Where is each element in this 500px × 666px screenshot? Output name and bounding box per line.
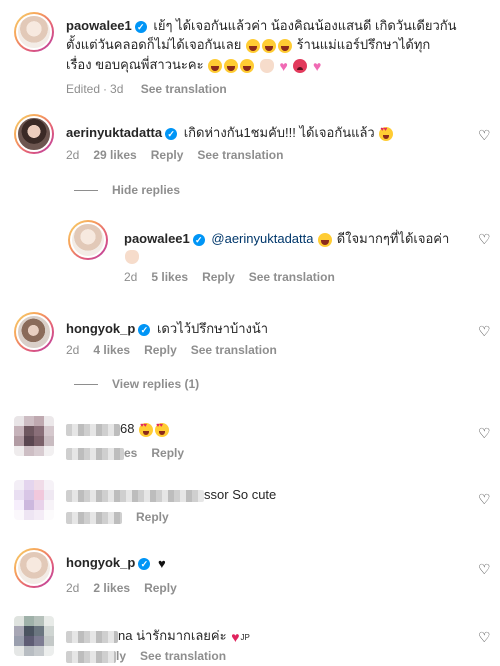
reply-button[interactable]: Reply (136, 510, 169, 524)
commenter-avatar[interactable] (14, 312, 54, 352)
blurred-meta (66, 650, 116, 663)
heart-outline-icon[interactable]: ♡ (478, 128, 492, 142)
verified-badge-icon: ✓ (134, 20, 147, 33)
reply-button[interactable]: Reply (144, 343, 177, 357)
comment-age: 2d (66, 148, 80, 162)
comment: ssor So cute Reply ♡ (0, 476, 500, 526)
commenter-avatar[interactable] (14, 114, 54, 154)
mention-link[interactable]: @aerinyuktadatta (211, 231, 313, 246)
grin-emoji-icon (240, 58, 255, 73)
heart-outline-icon[interactable]: ♡ (478, 232, 492, 246)
heart-hands-emoji-icon (259, 58, 274, 73)
comment-text: ดีใจมากๆที่ได้เจอค่า (336, 231, 450, 246)
comment: hongyok_p ✓ เดวไว้ปรึกษาบ้างน้า 2d 4 likes… (0, 312, 500, 362)
black-heart-emoji-icon: ♥ (157, 556, 166, 572)
heart-eyes-emoji-icon (379, 126, 394, 141)
pink-heart-emoji-icon: ♥ (279, 57, 288, 74)
comment: hongyok_p ✓ ♥ 2d 2 likes Reply ♡ (0, 548, 500, 598)
comment-likes-tail[interactable]: es (124, 446, 137, 460)
verified-badge-icon: ✓ (192, 233, 205, 246)
commenter-username-tail[interactable]: 68 (120, 421, 134, 436)
reply-button[interactable]: Reply (144, 581, 177, 595)
comment-text: So cute (232, 487, 277, 502)
blurred-avatar[interactable] (14, 416, 54, 456)
replies-divider (74, 190, 98, 192)
reply-button[interactable]: Reply (202, 270, 235, 284)
heart-outline-icon[interactable]: ♡ (478, 324, 492, 338)
commenter-username[interactable]: hongyok_p (66, 321, 135, 336)
grin-emoji-icon (245, 38, 260, 53)
commenter-avatar[interactable] (68, 220, 108, 260)
post-author-username[interactable]: paowalee1 (66, 18, 132, 33)
blurred-username (66, 489, 204, 502)
blurred-username (66, 630, 118, 643)
see-translation-link[interactable]: See translation (141, 82, 227, 96)
commenter-username[interactable]: hongyok_p (66, 555, 135, 570)
blurred-username (66, 423, 120, 436)
japan-flag-emoji: JP (240, 633, 250, 642)
caption-line-2: ตั้งแต่วันคลอดก็ไม่ได้เจอกันเลย (66, 37, 242, 52)
blurred-meta (66, 511, 122, 524)
heart-eyes-emoji-icon (155, 422, 170, 437)
see-translation-link[interactable]: See translation (249, 270, 335, 284)
comment-age: 2d (66, 581, 80, 595)
verified-badge-icon: ✓ (138, 557, 151, 570)
post-age: 3d (110, 82, 124, 96)
comment: aerinyuktadatta ✓ เกิดห่างกัน1ชมคับ!!! ได… (0, 114, 500, 164)
comment-likes[interactable]: 5 likes (151, 270, 188, 284)
heart-hands-emoji-icon (125, 249, 139, 264)
see-translation-link[interactable]: See translation (191, 343, 277, 357)
view-replies-button[interactable]: View replies (1) (74, 377, 213, 391)
caption-line-3: เรื่อง ขอบคุณพี่สาวนะคะ (66, 57, 204, 72)
heart-outline-icon[interactable]: ♡ (478, 630, 492, 644)
commenter-username-tail[interactable]: na (118, 628, 132, 643)
verified-badge-icon: ✓ (165, 127, 178, 140)
pink-heart-emoji-icon: ♥ (313, 57, 322, 74)
grin-emoji-icon (277, 38, 292, 53)
see-translation-link[interactable]: See translation (197, 148, 283, 162)
grin-emoji-icon (261, 38, 276, 53)
commenter-username[interactable]: paowalee1 (124, 231, 190, 246)
comment-text: เกิดห่างกัน1ชมคับ!!! ได้เจอกันแล้ว (183, 125, 375, 140)
comment-likes[interactable]: 2 likes (93, 581, 130, 595)
replies-divider (74, 384, 98, 386)
reply-button-tail[interactable]: ly (116, 649, 126, 663)
edited-label: Edited (66, 82, 101, 96)
comment-likes[interactable]: 29 likes (93, 148, 136, 162)
comment: na น่ารักมากเลยค่ะ ♥JP ly See translation… (0, 614, 500, 666)
caption-line-2b: ร้านแม่แอร์ปรึกษาได้ทุก (296, 37, 431, 52)
commenter-username-tail[interactable]: ssor (204, 487, 229, 502)
heart-eyes-emoji-icon (139, 422, 154, 437)
commenter-username[interactable]: aerinyuktadatta (66, 125, 162, 140)
comment-age: 2d (124, 270, 138, 284)
reply-button[interactable]: Reply (151, 446, 184, 460)
grin-emoji-icon (318, 232, 333, 247)
hide-replies-button[interactable]: Hide replies (74, 183, 194, 197)
see-translation-link[interactable]: See translation (140, 649, 226, 663)
grin-emoji-icon (224, 58, 239, 73)
reply-comment: paowalee1 ✓ @aerinyuktadatta ดีใจมากๆที่ไ… (0, 220, 500, 288)
commenter-avatar[interactable] (14, 548, 54, 588)
grin-emoji-icon (208, 58, 223, 73)
comment-age: 2d (66, 343, 80, 357)
post-caption: paowalee1 ✓ เย้ๆ ได้เจอกันแล้วค่า น้องคิณ… (0, 12, 500, 102)
red-heart-emoji-icon: ♥ (231, 628, 240, 645)
blurred-avatar[interactable] (14, 616, 54, 656)
comment-text: น่ารักมากเลยค่ะ (136, 628, 227, 643)
heart-outline-icon[interactable]: ♡ (478, 562, 492, 576)
blurred-avatar[interactable] (14, 480, 54, 520)
caption-line-1: เย้ๆ ได้เจอกันแล้วค่า น้องคิณน้องแสนดี เ… (153, 18, 457, 33)
frown-emoji-icon (293, 58, 308, 73)
comment: 68 es Reply ♡ (0, 412, 500, 462)
comment-likes[interactable]: 4 likes (93, 343, 130, 357)
heart-outline-icon[interactable]: ♡ (478, 492, 492, 506)
heart-outline-icon[interactable]: ♡ (478, 426, 492, 440)
reply-button[interactable]: Reply (151, 148, 184, 162)
comment-text: เดวไว้ปรึกษาบ้างน้า (156, 321, 269, 336)
blurred-meta (66, 447, 124, 460)
post-author-avatar[interactable] (14, 12, 54, 52)
verified-badge-icon: ✓ (138, 323, 151, 336)
